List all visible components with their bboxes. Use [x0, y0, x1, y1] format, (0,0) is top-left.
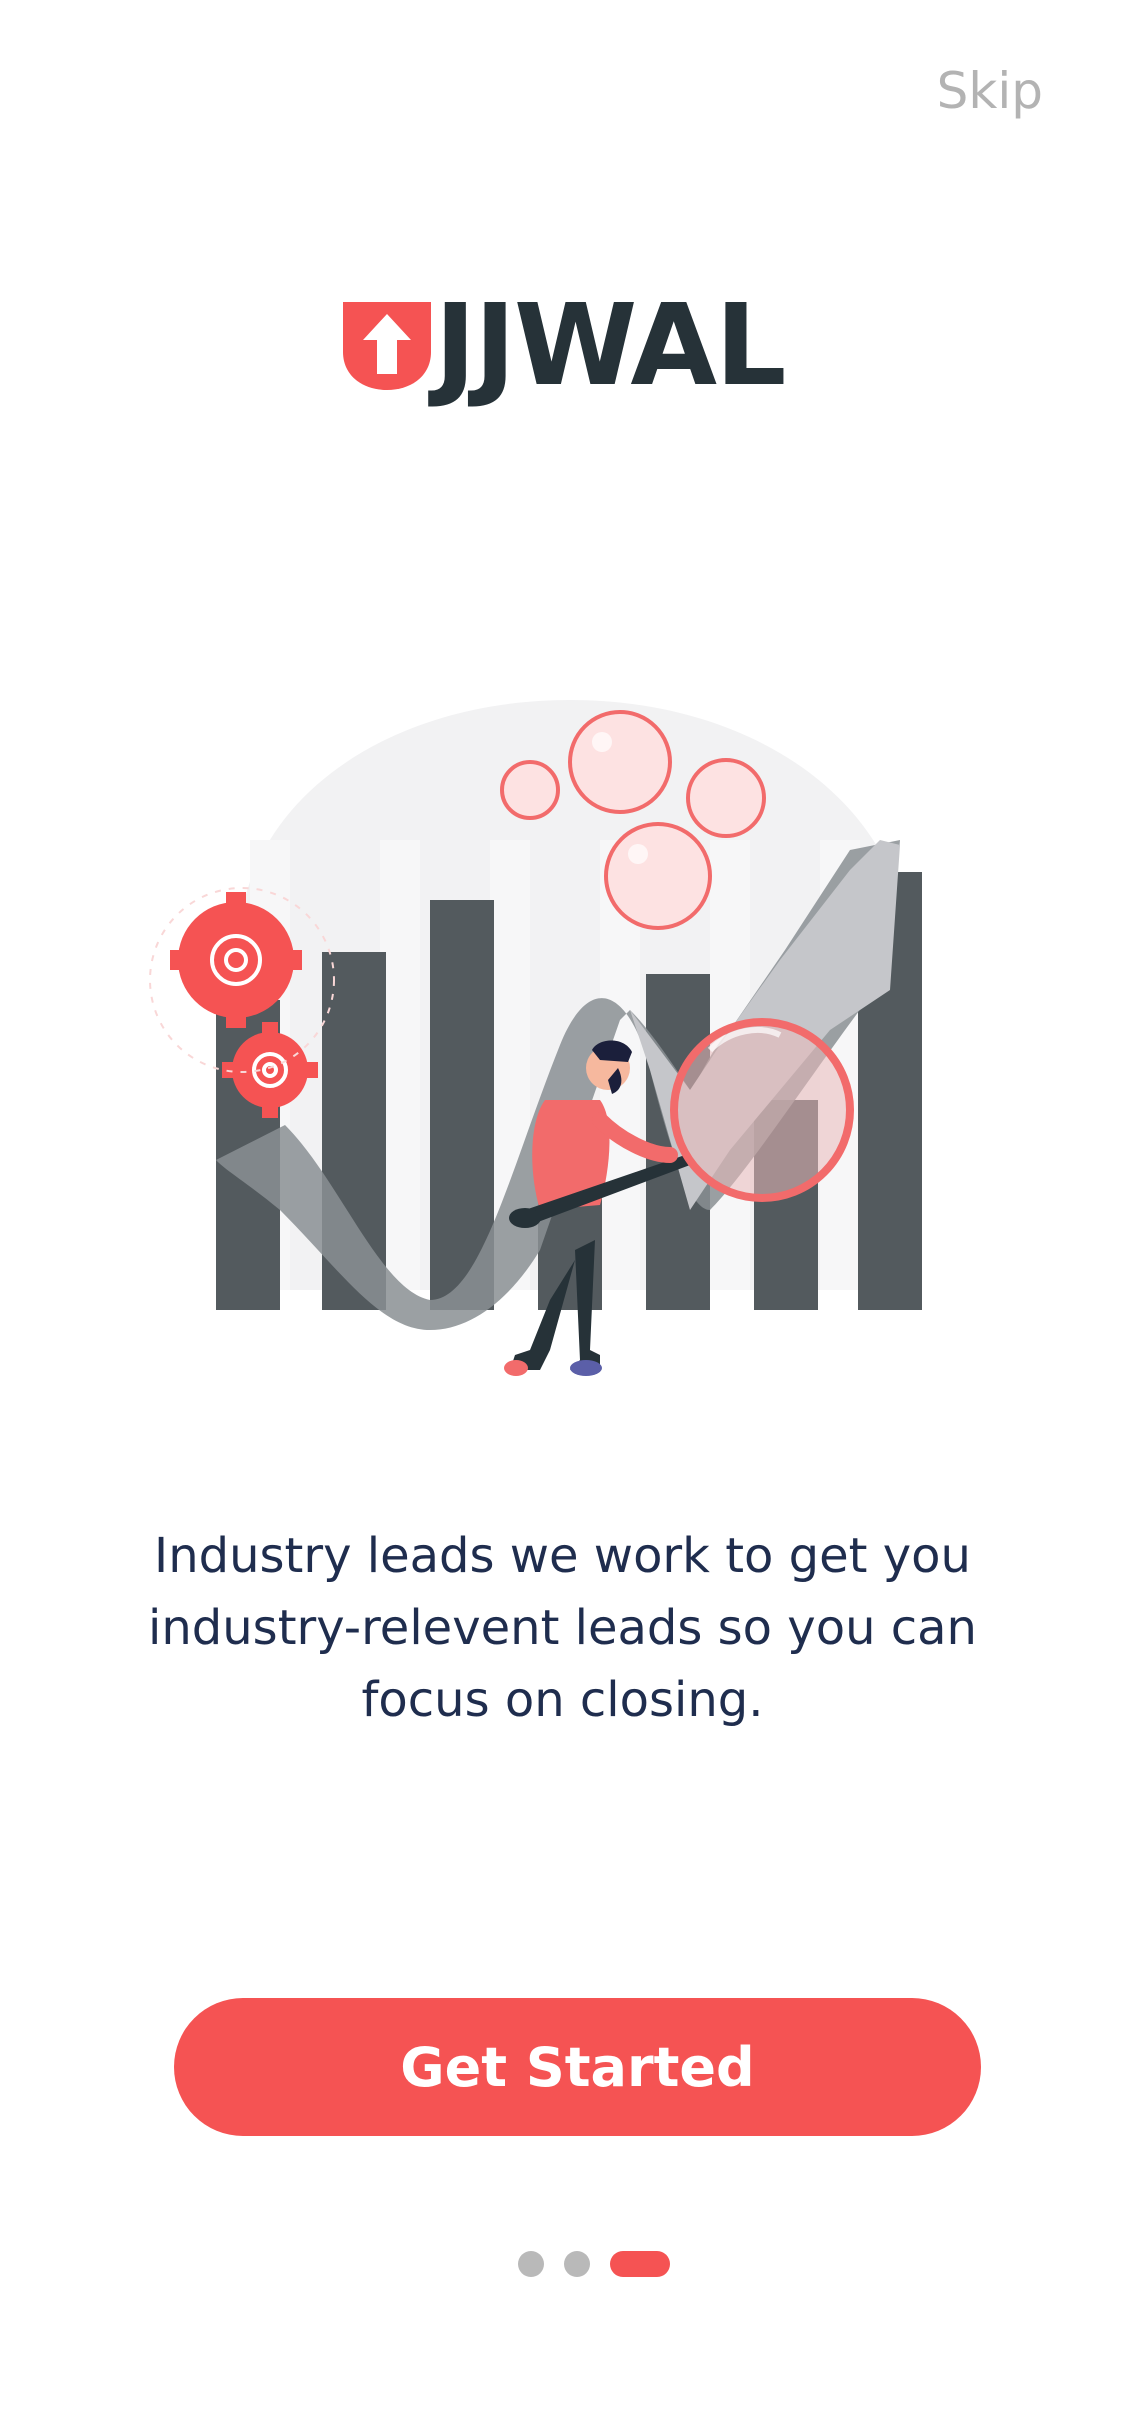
skip-button[interactable]: Skip: [937, 62, 1043, 120]
onboarding-tagline: Industry leads we work to get you indust…: [148, 1528, 977, 1728]
analytics-growth-illustration: [149, 700, 922, 1376]
page-dot-2[interactable]: [564, 2251, 590, 2277]
logo-text: JJWAL: [434, 281, 787, 411]
shield-up-arrow-icon: [342, 302, 431, 390]
app-logo: JJWAL: [0, 290, 1125, 402]
onboarding-screen: Skip JJWAL Industry leads we work to get…: [0, 0, 1125, 2436]
page-dot-3-active[interactable]: [610, 2251, 670, 2277]
get-started-button[interactable]: Get Started: [174, 1998, 981, 2136]
page-dot-1[interactable]: [518, 2251, 544, 2277]
page-indicator: [518, 2251, 670, 2277]
